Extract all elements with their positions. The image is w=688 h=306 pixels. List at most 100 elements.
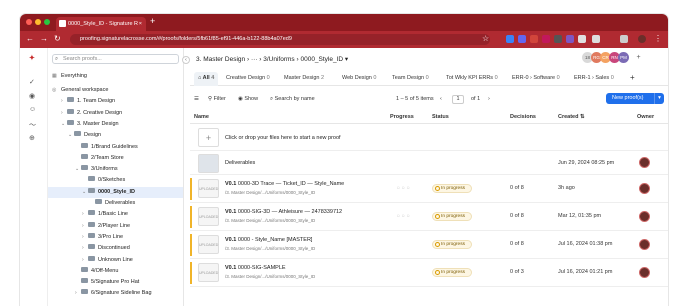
- sidebar-item[interactable]: ▦ Everything: [48, 71, 183, 82]
- back-button[interactable]: ←: [26, 34, 34, 44]
- proof-thumbnail[interactable]: UPLOADED: [198, 235, 219, 254]
- new-proof-button[interactable]: New proof(s) ▾: [606, 93, 664, 104]
- sidebar-item[interactable]: 2/Team Store: [48, 153, 183, 164]
- sidebar-item[interactable]: 0/Sketches: [48, 175, 183, 186]
- proof-title[interactable]: V0.1 0000-3D Trace — Ticket_ID — Style_N…: [225, 181, 344, 187]
- filter-tab[interactable]: ⌂ All 4: [194, 72, 219, 86]
- table-row[interactable]: UPLOADED V0.1 0000-SIG-SAMPLE/3. Master D…: [190, 259, 668, 287]
- owner-avatar[interactable]: [639, 157, 650, 168]
- chevron-down-icon[interactable]: ▾: [654, 93, 664, 104]
- sidebar-item[interactable]: › 2. Creative Design: [48, 108, 183, 119]
- proof-thumbnail[interactable]: UPLOADED: [198, 263, 219, 282]
- column-name[interactable]: Name: [194, 114, 209, 120]
- proof-thumbnail[interactable]: UPLOADED: [198, 179, 219, 198]
- browser-tab[interactable]: 0000_Style_ID - Signature R ×: [56, 17, 146, 31]
- avatar[interactable]: PM: [618, 52, 629, 63]
- extension-icon[interactable]: [542, 35, 550, 43]
- status-badge[interactable]: In progress: [432, 212, 472, 221]
- column-decisions[interactable]: Decisions: [510, 114, 536, 120]
- show-button[interactable]: ◉ Show: [238, 94, 258, 104]
- column-created[interactable]: Created ⇅: [558, 114, 585, 120]
- drop-zone-row[interactable]: + Click or drop your files here to start…: [190, 125, 668, 151]
- sort-icon[interactable]: ⇅: [580, 114, 585, 120]
- filter-tab[interactable]: Team Design 0: [392, 72, 429, 86]
- filter-tab[interactable]: Tot Wkly KPI ERRs 0: [446, 72, 498, 86]
- filter-tab[interactable]: ERR-0 › Software 0: [512, 72, 560, 86]
- add-icon[interactable]: ⊕: [29, 134, 35, 142]
- sidebar-item[interactable]: › Unknown Line: [48, 255, 183, 266]
- puzzle-icon[interactable]: [592, 35, 600, 43]
- sidebar-item[interactable]: › 2/Player Line: [48, 221, 183, 232]
- proof-path[interactable]: /3. Master Design/.../Uniforms/0000_Styl…: [225, 218, 315, 223]
- breadcrumb-root[interactable]: 3. Master Design: [196, 56, 245, 63]
- column-status[interactable]: Status: [432, 114, 449, 120]
- sidebar-item[interactable]: ⌄ 0000_Style_ID: [48, 186, 183, 198]
- owner-avatar[interactable]: [639, 267, 650, 278]
- new-tab-button[interactable]: +: [150, 16, 155, 26]
- browser-menu-icon[interactable]: ⋮: [654, 34, 662, 44]
- sidebar-item[interactable]: › 1/Basic Line: [48, 209, 183, 220]
- sidebar-item[interactable]: Deliverables: [48, 198, 183, 209]
- filter-tab[interactable]: Creative Design 0: [226, 72, 270, 86]
- filter-button[interactable]: ⚲ Filter: [208, 94, 226, 104]
- page-input[interactable]: 1: [452, 94, 464, 104]
- list-view-icon[interactable]: ☰: [194, 94, 199, 104]
- forward-button[interactable]: →: [40, 34, 48, 44]
- extension-icon[interactable]: [566, 35, 574, 43]
- proof-thumbnail[interactable]: UPLOADED: [198, 207, 219, 226]
- next-page-button[interactable]: ›: [488, 94, 490, 104]
- proof-path[interactable]: /3. Master Design/.../Uniforms/0000_Styl…: [225, 246, 315, 251]
- owner-avatar[interactable]: [639, 183, 650, 194]
- sidebar-item[interactable]: ⌄ 3. Master Design: [48, 119, 183, 130]
- filter-tab[interactable]: ERR-1 › Sales 0: [574, 72, 614, 86]
- sidebar-item[interactable]: › Discontinued: [48, 243, 183, 254]
- search-by-name-input[interactable]: ⌕ Search by name: [270, 94, 315, 104]
- search-proofs-input[interactable]: ⌕ Search proofs...: [52, 54, 179, 64]
- sidebar-item[interactable]: › 1. Team Design: [48, 96, 183, 107]
- maximize-window-button[interactable]: [44, 19, 50, 25]
- sidebar-toggle-icon[interactable]: [620, 35, 628, 43]
- breadcrumb-ellipsis[interactable]: ···: [251, 56, 258, 63]
- sidebar-item[interactable]: › 6/Signature Sideline Bag: [48, 288, 183, 299]
- column-owner[interactable]: Owner: [637, 114, 654, 120]
- add-collaborator-button[interactable]: +: [633, 52, 644, 63]
- column-progress[interactable]: Progress: [390, 114, 414, 120]
- table-row[interactable]: Deliverables Jun 29, 2024 08:25 pm: [190, 151, 668, 175]
- sidebar-item[interactable]: 4/Off-Menu: [48, 266, 183, 277]
- breadcrumb-uniforms[interactable]: 3/Uniforms: [263, 56, 294, 63]
- filter-tab[interactable]: Web Design 0: [342, 72, 376, 86]
- close-window-button[interactable]: [26, 19, 32, 25]
- proof-path[interactable]: /3. Master Design/.../Uniforms/0000_Styl…: [225, 190, 315, 195]
- sidebar-item[interactable]: 1/Brand Guidelines: [48, 142, 183, 153]
- proof-title[interactable]: V0.1 0000 - Style_Name [MASTER]: [225, 237, 312, 243]
- activity-icon[interactable]: 〜: [29, 120, 36, 130]
- collapse-sidebar-button[interactable]: ‹: [182, 56, 190, 64]
- extension-icon[interactable]: [518, 35, 526, 43]
- extension-icon[interactable]: [506, 35, 514, 43]
- proof-title[interactable]: V0.1 0000-SIG-3D — Athleisure — 24783397…: [225, 209, 342, 215]
- status-badge[interactable]: In progress: [432, 268, 472, 277]
- close-tab-icon[interactable]: ×: [139, 17, 142, 31]
- add-filter-tab-button[interactable]: +: [630, 72, 635, 86]
- sidebar-item[interactable]: › 3/Pro Line: [48, 232, 183, 243]
- add-proof-icon[interactable]: +: [198, 128, 219, 147]
- folder-name[interactable]: Deliverables: [225, 160, 255, 166]
- owner-avatar[interactable]: [639, 239, 650, 250]
- check-icon[interactable]: ✓: [29, 78, 35, 86]
- reload-button[interactable]: ↻: [54, 34, 61, 44]
- bookmark-star-icon[interactable]: ☆: [482, 34, 489, 44]
- prev-page-button[interactable]: ‹: [440, 94, 442, 104]
- sidebar-item[interactable]: ⌄ Design: [48, 130, 183, 141]
- sidebar-item[interactable]: ⌄ 3/Uniforms: [48, 164, 183, 175]
- profile-avatar[interactable]: [638, 35, 646, 43]
- sidebar-item[interactable]: 5/Signature Pro Hat: [48, 277, 183, 288]
- address-bar[interactable]: proofing.signaturelacrosse.com/#/proofs/…: [70, 34, 490, 45]
- extension-icon[interactable]: [578, 35, 586, 43]
- users-icon[interactable]: ☺: [29, 106, 36, 113]
- app-logo-icon[interactable]: ✦: [29, 54, 35, 62]
- eye-icon[interactable]: ◉: [29, 92, 35, 100]
- filter-tab[interactable]: Master Design 2: [284, 72, 324, 86]
- table-row[interactable]: UPLOADED V0.1 0000-3D Trace — Ticket_ID —…: [190, 175, 668, 203]
- minimize-window-button[interactable]: [35, 19, 41, 25]
- table-row[interactable]: UPLOADED V0.1 0000-SIG-3D — Athleisure — …: [190, 203, 668, 231]
